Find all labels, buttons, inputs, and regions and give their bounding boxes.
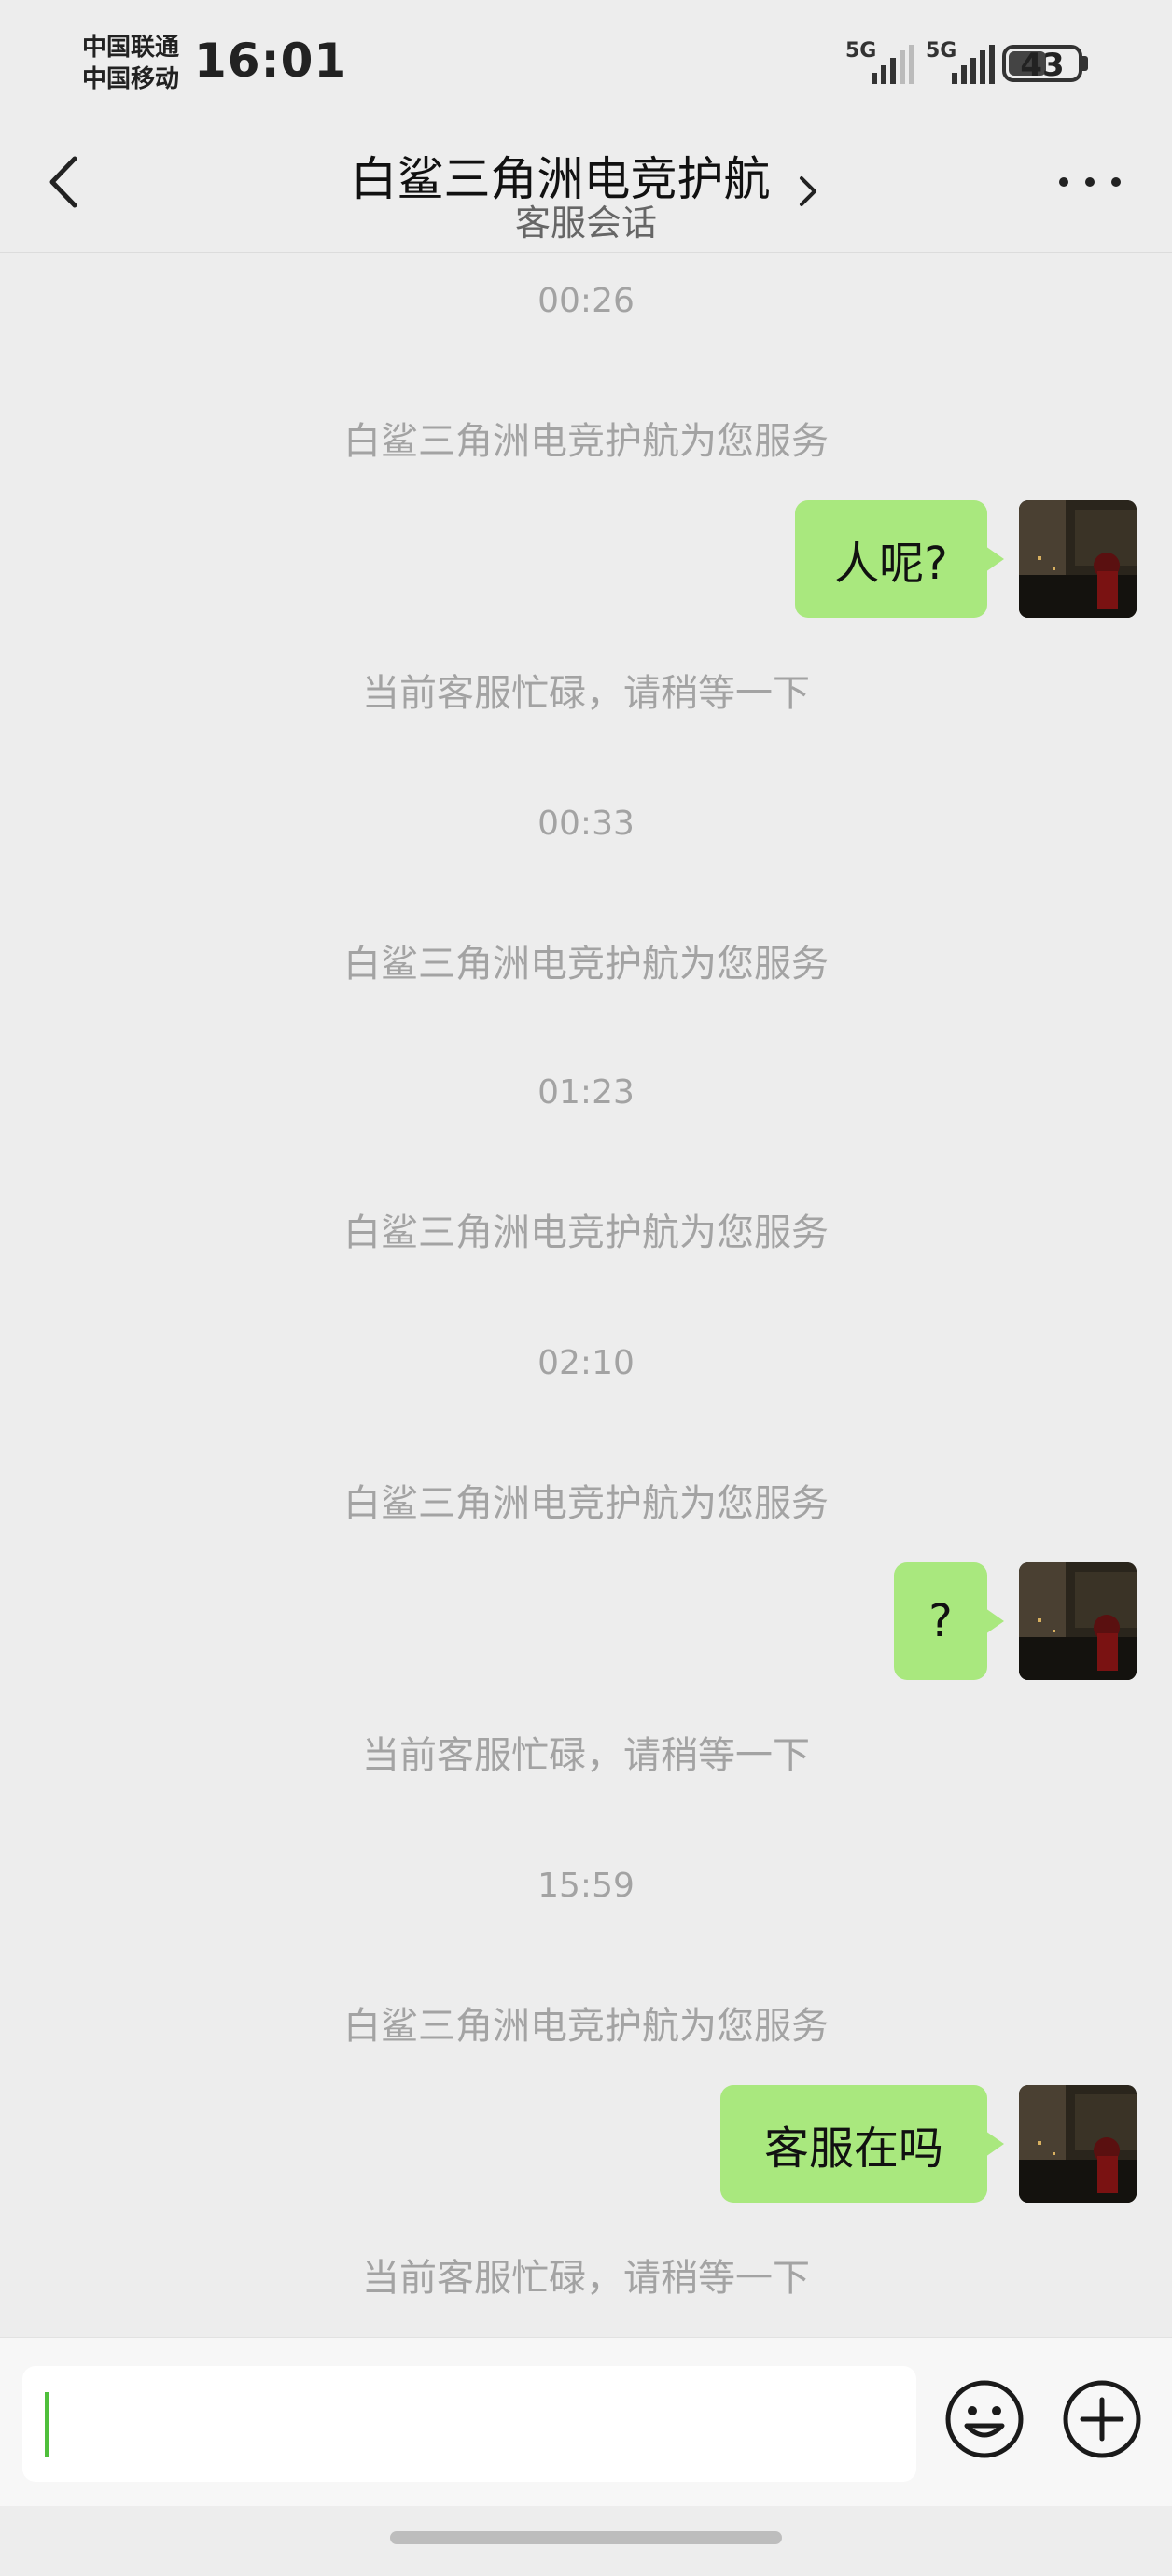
system-message: 白鲨三角洲电竞护航为您服务 — [343, 2005, 829, 2048]
signal-icon: 5G — [926, 39, 995, 86]
signal-icon: 5G — [845, 39, 914, 86]
message-input[interactable] — [22, 2366, 916, 2482]
avatar[interactable] — [1019, 2085, 1137, 2203]
avatar[interactable] — [1019, 1562, 1137, 1680]
system-message: 白鲨三角洲电竞护航为您服务 — [343, 943, 829, 986]
battery-level: 43 — [1020, 47, 1065, 84]
system-message: 当前客服忙碌，请稍等一下 — [362, 1734, 810, 1777]
timestamp: 00:33 — [537, 805, 635, 843]
status-time: 16:01 — [194, 34, 348, 88]
carrier-labels: 中国联通 中国移动 — [82, 32, 179, 95]
home-indicator[interactable] — [390, 2531, 782, 2544]
timestamp: 00:26 — [537, 282, 635, 320]
status-bar: 中国联通 中国移动 16:01 5G 5G 43 — [0, 0, 1172, 131]
sent-message-bubble[interactable]: 客服在吗 — [720, 2085, 1004, 2203]
plus-icon[interactable] — [1062, 2379, 1142, 2459]
timestamp: 15:59 — [537, 1867, 635, 1905]
timestamp: 01:23 — [537, 1073, 635, 1112]
text-caret — [45, 2392, 49, 2457]
system-message: 当前客服忙碌，请稍等一下 — [362, 2257, 810, 2300]
system-message: 白鲨三角洲电竞护航为您服务 — [343, 1211, 829, 1254]
carrier-2: 中国移动 — [82, 65, 180, 93]
system-message: 白鲨三角洲电竞护航为您服务 — [343, 1482, 829, 1525]
system-message: 白鲨三角洲电竞护航为您服务 — [343, 420, 829, 463]
timestamp: 02:10 — [537, 1344, 635, 1382]
avatar[interactable] — [1019, 500, 1137, 618]
system-message: 当前客服忙碌，请稍等一下 — [362, 672, 810, 715]
input-bar — [0, 2337, 1172, 2506]
more-dots-icon[interactable] — [1054, 168, 1125, 196]
emoji-icon[interactable] — [944, 2379, 1025, 2459]
carrier-1: 中国联通 — [82, 34, 180, 62]
sent-message-bubble[interactable]: 人呢? — [795, 500, 1004, 618]
battery-tip — [1082, 56, 1088, 71]
page-subtitle: 客服会话 — [514, 203, 657, 244]
chat-header: 白鲨三角洲电竞护航 客服会话 — [0, 131, 1172, 253]
sent-message-bubble[interactable]: ? — [894, 1562, 1004, 1680]
battery-icon: 43 — [1002, 45, 1082, 84]
